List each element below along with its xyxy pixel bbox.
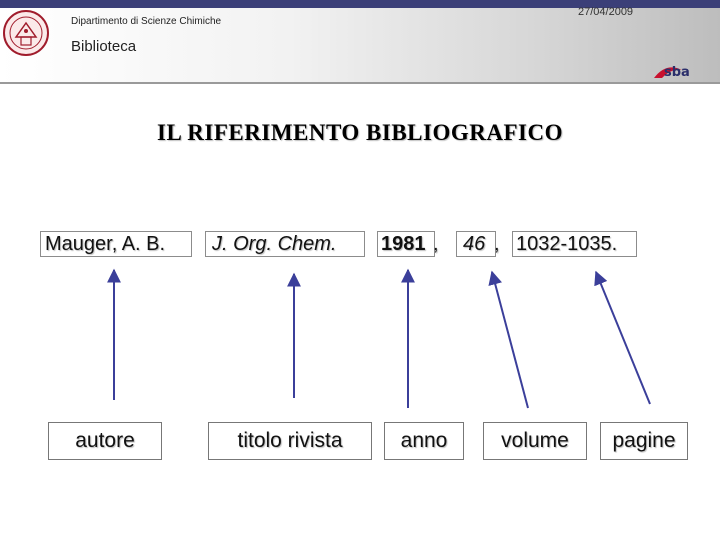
label-pages: pagine [600,422,688,460]
label-journal: titolo rivista [208,422,372,460]
volume-arrow [488,270,529,409]
label-author: autore [48,422,162,460]
label-volume: volume [483,422,587,460]
label-year: anno [384,422,464,460]
pages-arrow [594,270,651,405]
